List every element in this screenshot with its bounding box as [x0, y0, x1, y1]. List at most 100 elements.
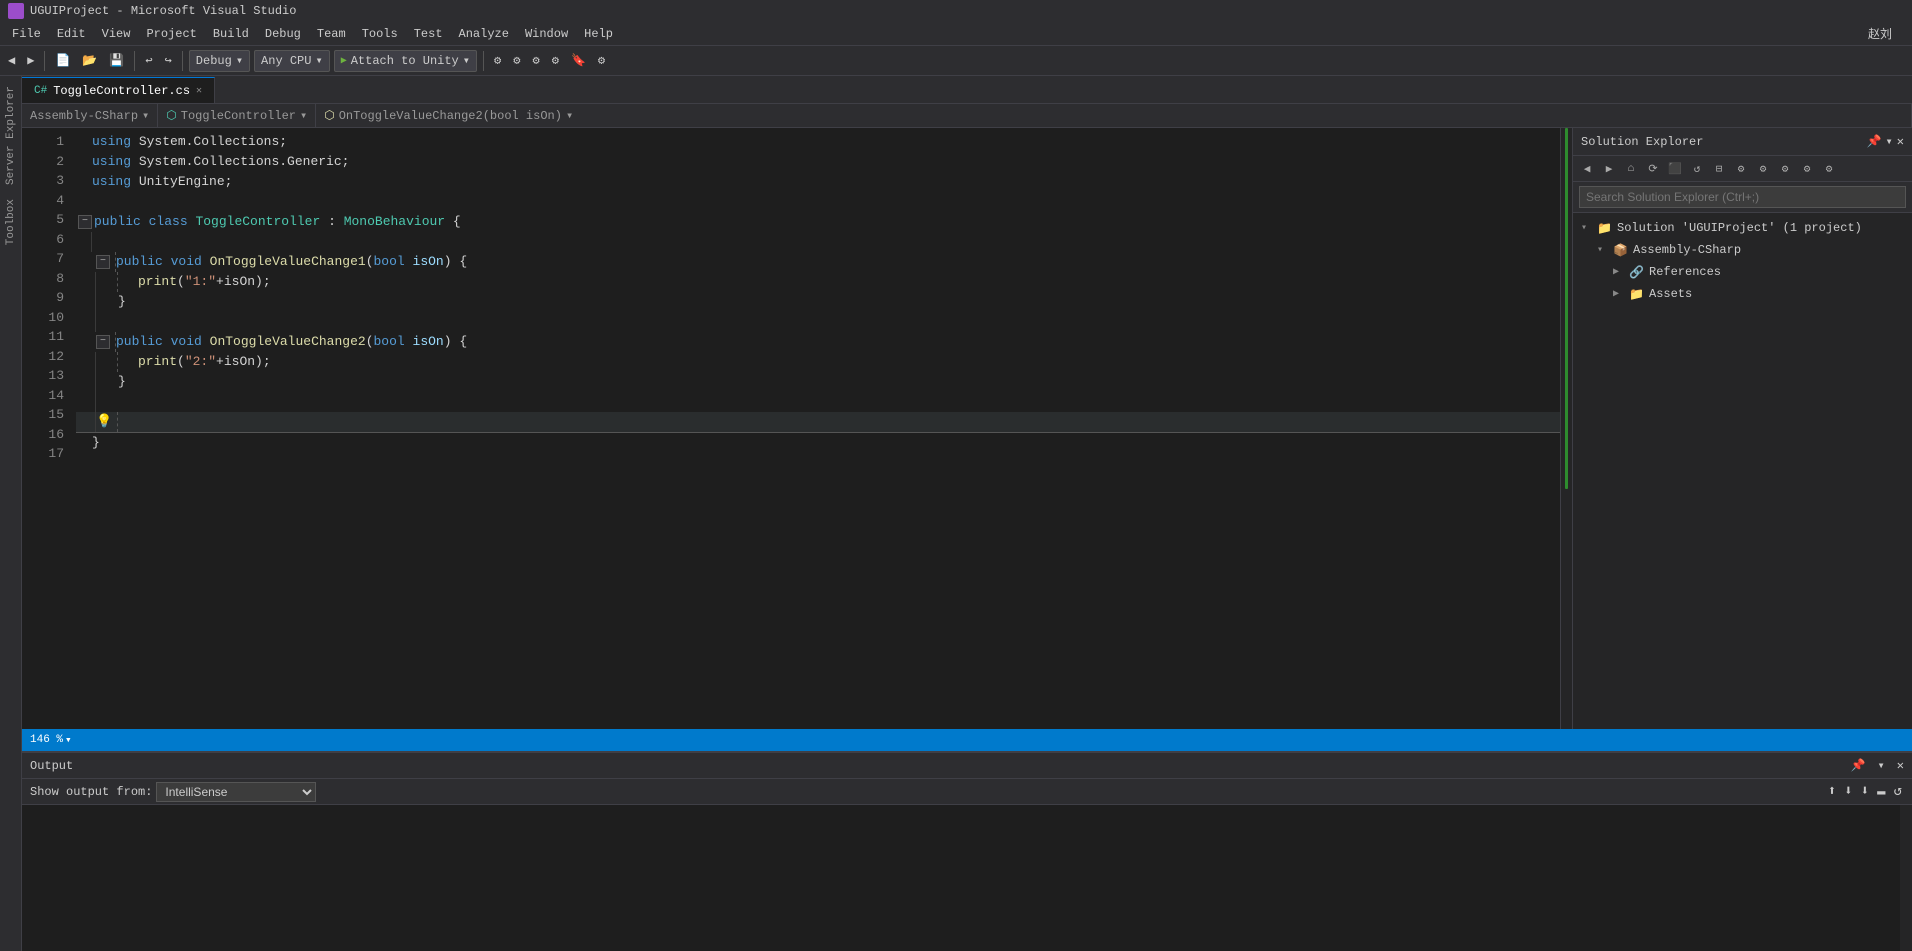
- se-prop3-button[interactable]: ⚙: [1775, 159, 1795, 179]
- output-toolbar: Show output from: IntelliSense ⬆ ⬇ ⬇ ▬ ↺: [22, 779, 1912, 805]
- collapse-method1-icon[interactable]: −: [96, 255, 110, 269]
- solution-icon: 📁: [1597, 221, 1613, 236]
- code-line-6: [76, 232, 1560, 252]
- output-scrollbar[interactable]: [1900, 805, 1912, 951]
- output-panel: Output 📌 ▾ ✕ Show output from: IntelliSe…: [22, 751, 1912, 951]
- menu-debug[interactable]: Debug: [257, 25, 309, 43]
- toolbar: ◀ ▶ 📄 📂 💾 ↩ ↪ Debug ▾ Any CPU ▾ ▶ Attach…: [0, 46, 1912, 76]
- toolbar-btn-e[interactable]: ⚙: [594, 50, 609, 72]
- editor-breadcrumb: Assembly-CSharp ▾ ⬡ ToggleController ▾ ⬡…: [22, 104, 1912, 128]
- code-line-16: }: [76, 433, 1560, 453]
- back-button[interactable]: ◀: [4, 50, 19, 72]
- se-forward-button[interactable]: ▶: [1599, 159, 1619, 179]
- se-home-button[interactable]: ⌂: [1621, 159, 1641, 179]
- breadcrumb-method-arrow: ▾: [566, 108, 573, 123]
- search-solution-explorer-input[interactable]: [1579, 186, 1906, 208]
- menu-help[interactable]: Help: [576, 25, 621, 43]
- tab-togglecontroller[interactable]: C# ToggleController.cs ✕: [22, 77, 215, 103]
- collapse-method2-icon[interactable]: −: [96, 335, 110, 349]
- debug-config-label: Debug: [196, 54, 232, 68]
- tree-solution-item[interactable]: ▾ 📁 Solution 'UGUIProject' (1 project): [1573, 217, 1912, 239]
- show-output-label: Show output from:: [30, 785, 152, 799]
- debug-config-arrow: ▾: [236, 53, 243, 68]
- sidebar-item-toolbox[interactable]: Toolbox: [3, 193, 19, 251]
- breadcrumb-class[interactable]: ⬡ ToggleController ▾: [158, 104, 316, 127]
- toolbar-btn-c[interactable]: ⚙: [528, 50, 543, 72]
- breadcrumb-assembly-label: Assembly-CSharp: [30, 109, 138, 123]
- se-stop-button[interactable]: ⬛: [1665, 159, 1685, 179]
- undo-button[interactable]: ↩: [141, 50, 156, 72]
- output-content: [22, 805, 1900, 951]
- forward-button[interactable]: ▶: [23, 50, 38, 72]
- tree-references-item[interactable]: ▶ 🔗 References: [1573, 261, 1912, 283]
- sidebar-item-server-explorer[interactable]: Server Explorer: [3, 80, 19, 191]
- se-close-button[interactable]: ✕: [1897, 134, 1904, 149]
- output-btn-1[interactable]: ⬆: [1828, 783, 1836, 800]
- output-source-select[interactable]: IntelliSense: [156, 782, 316, 802]
- tree-solution-expand: ▾: [1581, 222, 1593, 234]
- toolbar-sep-3: [182, 51, 183, 71]
- menu-project[interactable]: Project: [138, 25, 204, 43]
- output-close-button[interactable]: ✕: [1897, 758, 1904, 773]
- output-btn-3[interactable]: ⬇: [1861, 783, 1869, 800]
- tree-assets-item[interactable]: ▶ 📁 Assets: [1573, 283, 1912, 305]
- se-prop-button[interactable]: ⚙: [1731, 159, 1751, 179]
- se-arrow-button[interactable]: ▾: [1886, 134, 1893, 149]
- tree-assets-label: Assets: [1649, 287, 1692, 301]
- cpu-config-dropdown[interactable]: Any CPU ▾: [254, 50, 330, 72]
- toolbar-sep-2: [134, 51, 135, 71]
- tab-close-icon[interactable]: ✕: [196, 85, 202, 97]
- toolbar-btn-b[interactable]: ⚙: [509, 50, 524, 72]
- vs-logo: [8, 3, 24, 19]
- menu-test[interactable]: Test: [406, 25, 451, 43]
- tree-references-expand: ▶: [1613, 266, 1625, 278]
- new-button[interactable]: 📄: [51, 50, 74, 72]
- breadcrumb-class-arrow: ▾: [300, 108, 307, 123]
- assets-icon: 📁: [1629, 287, 1645, 302]
- attach-to-unity-button[interactable]: ▶ Attach to Unity ▾: [334, 50, 477, 72]
- attach-play-icon: ▶: [341, 55, 347, 67]
- collapse-class-icon[interactable]: −: [78, 215, 92, 229]
- menu-edit[interactable]: Edit: [49, 25, 94, 43]
- toolbar-btn-a[interactable]: ⚙: [490, 50, 505, 72]
- output-btn-2[interactable]: ⬇: [1844, 783, 1852, 800]
- se-sync-button[interactable]: ⟳: [1643, 159, 1663, 179]
- menu-bar: File Edit View Project Build Debug Team …: [0, 22, 1912, 46]
- menu-team[interactable]: Team: [309, 25, 354, 43]
- breadcrumb-assembly[interactable]: Assembly-CSharp ▾: [22, 104, 158, 127]
- lightbulb-icon[interactable]: 💡: [96, 412, 112, 432]
- output-arrow-button[interactable]: ▾: [1878, 758, 1885, 773]
- menu-tools[interactable]: Tools: [354, 25, 406, 43]
- menu-view[interactable]: View: [94, 25, 139, 43]
- tree-assets-expand: ▶: [1613, 288, 1625, 300]
- menu-window[interactable]: Window: [517, 25, 576, 43]
- se-collapse-button[interactable]: ⊟: [1709, 159, 1729, 179]
- tree-assembly-item[interactable]: ▾ 📦 Assembly-CSharp: [1573, 239, 1912, 261]
- toolbar-btn-d[interactable]: ⚙: [548, 50, 563, 72]
- output-btn-5[interactable]: ↺: [1894, 783, 1902, 800]
- menu-analyze[interactable]: Analyze: [451, 25, 517, 43]
- se-pin-button[interactable]: 📌: [1867, 134, 1882, 149]
- se-refresh-button[interactable]: ↺: [1687, 159, 1707, 179]
- code-content[interactable]: using System.Collections; using System.C…: [72, 128, 1560, 729]
- open-button[interactable]: 📂: [78, 50, 101, 72]
- solution-explorer-toolbar: ◀ ▶ ⌂ ⟳ ⬛ ↺ ⊟ ⚙ ⚙ ⚙ ⚙ ⚙: [1573, 156, 1912, 182]
- debug-config-dropdown[interactable]: Debug ▾: [189, 50, 250, 72]
- bookmark-button[interactable]: 🔖: [567, 50, 590, 72]
- se-back-button[interactable]: ◀: [1577, 159, 1597, 179]
- se-prop4-button[interactable]: ⚙: [1797, 159, 1817, 179]
- menu-build[interactable]: Build: [205, 25, 257, 43]
- save-button[interactable]: 💾: [105, 50, 128, 72]
- zoom-level: 146 %: [30, 734, 63, 746]
- se-prop5-button[interactable]: ⚙: [1819, 159, 1839, 179]
- se-prop2-button[interactable]: ⚙: [1753, 159, 1773, 179]
- breadcrumb-assembly-arrow: ▾: [142, 108, 149, 123]
- menu-file[interactable]: File: [4, 25, 49, 43]
- zoom-dropdown-arrow[interactable]: ▾: [65, 733, 72, 747]
- code-editor[interactable]: 1 2 3 4 5 6 7 8 9 10 11 12 13 14 15 16 1: [22, 128, 1572, 729]
- editor-vertical-scrollbar[interactable]: [1560, 128, 1572, 729]
- output-pin-button[interactable]: 📌: [1851, 758, 1866, 773]
- output-btn-4[interactable]: ▬: [1877, 784, 1885, 800]
- redo-button[interactable]: ↪: [161, 50, 176, 72]
- breadcrumb-method[interactable]: ⬡ OnToggleValueChange2(bool isOn) ▾: [316, 104, 1912, 127]
